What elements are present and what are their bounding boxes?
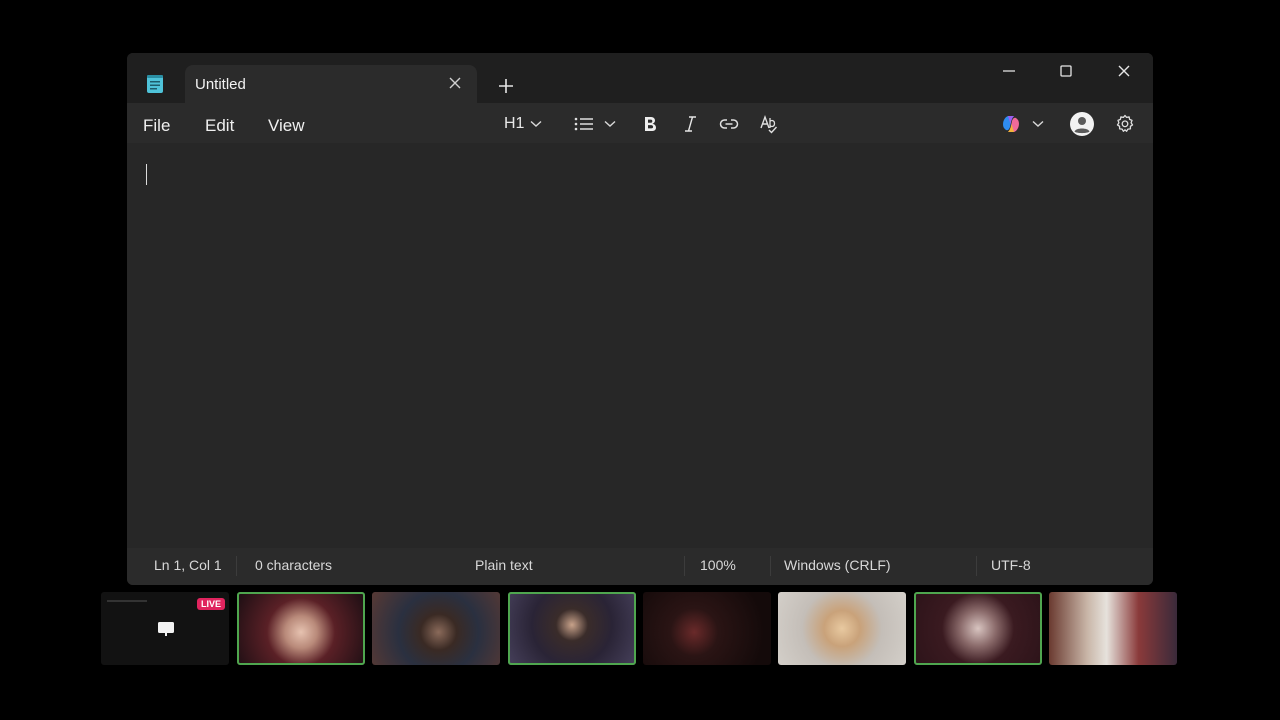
status-separator (684, 556, 685, 576)
spellcheck-icon (760, 114, 778, 134)
menu-file[interactable]: File (143, 116, 170, 136)
participant-video-tile[interactable] (508, 592, 636, 665)
status-separator (770, 556, 771, 576)
encoding[interactable]: UTF-8 (991, 557, 1031, 573)
participant-video-tile[interactable] (778, 592, 906, 665)
new-tab-icon[interactable] (496, 76, 516, 96)
participant-video-tile[interactable] (643, 592, 771, 665)
participant-video-tile[interactable] (372, 592, 500, 665)
tab-title: Untitled (195, 76, 246, 93)
chevron-down-icon (1032, 120, 1044, 127)
menu-edit[interactable]: Edit (205, 116, 234, 136)
participant-video-tile[interactable] (1049, 592, 1177, 665)
status-bar: Ln 1, Col 1 0 characters Plain text 100%… (127, 548, 1153, 585)
spellcheck-button[interactable] (759, 112, 779, 136)
tab-untitled[interactable]: Untitled (185, 65, 477, 103)
heading-dropdown[interactable]: H1 (504, 112, 542, 136)
notepad-app-icon (147, 75, 163, 93)
menu-view[interactable]: View (268, 116, 305, 136)
chevron-down-icon (530, 120, 542, 127)
participant-video-tile[interactable] (237, 592, 365, 665)
bold-button[interactable] (642, 112, 658, 136)
copilot-icon (1003, 116, 1019, 132)
minimize-icon[interactable] (991, 61, 1027, 89)
italic-button[interactable] (682, 112, 698, 136)
live-badge: LIVE (196, 598, 225, 610)
screen-share-tile[interactable]: LIVE (101, 592, 229, 665)
screen-share-icon (158, 622, 174, 636)
zoom-level[interactable]: 100% (700, 557, 736, 573)
status-separator (976, 556, 977, 576)
notepad-window: Untitled File Edit View H1 Ln 1, Col 1 0… (127, 53, 1153, 585)
copilot-dropdown[interactable] (1000, 112, 1044, 136)
screen-share-preview (107, 600, 147, 602)
menu-bar: File Edit View H1 (127, 103, 1153, 143)
status-separator (236, 556, 237, 576)
maximize-icon[interactable] (1048, 61, 1084, 89)
text-editor-area[interactable] (127, 143, 1153, 548)
bold-icon (645, 117, 656, 131)
text-format[interactable]: Plain text (475, 557, 533, 573)
title-bar: Untitled (127, 53, 1153, 103)
participant-video-tile[interactable] (914, 592, 1042, 665)
chevron-down-icon (604, 120, 616, 127)
close-tab-icon[interactable] (447, 75, 463, 91)
gear-icon (1116, 114, 1134, 132)
bulleted-list-icon (574, 117, 593, 131)
italic-icon (685, 116, 696, 132)
participants-strip: LIVE (101, 591, 1180, 667)
character-count: 0 characters (255, 557, 333, 573)
avatar-icon (1070, 112, 1094, 136)
account-button[interactable] (1070, 112, 1094, 136)
link-button[interactable] (719, 112, 739, 136)
line-endings[interactable]: Windows (CRLF) (784, 557, 891, 573)
cursor-position: Ln 1, Col 1 (154, 557, 222, 573)
text-cursor (146, 164, 147, 185)
close-window-icon[interactable] (1106, 61, 1142, 89)
settings-button[interactable] (1115, 112, 1135, 136)
link-icon (719, 119, 739, 129)
heading-label: H1 (504, 115, 525, 132)
list-dropdown[interactable] (574, 112, 616, 136)
